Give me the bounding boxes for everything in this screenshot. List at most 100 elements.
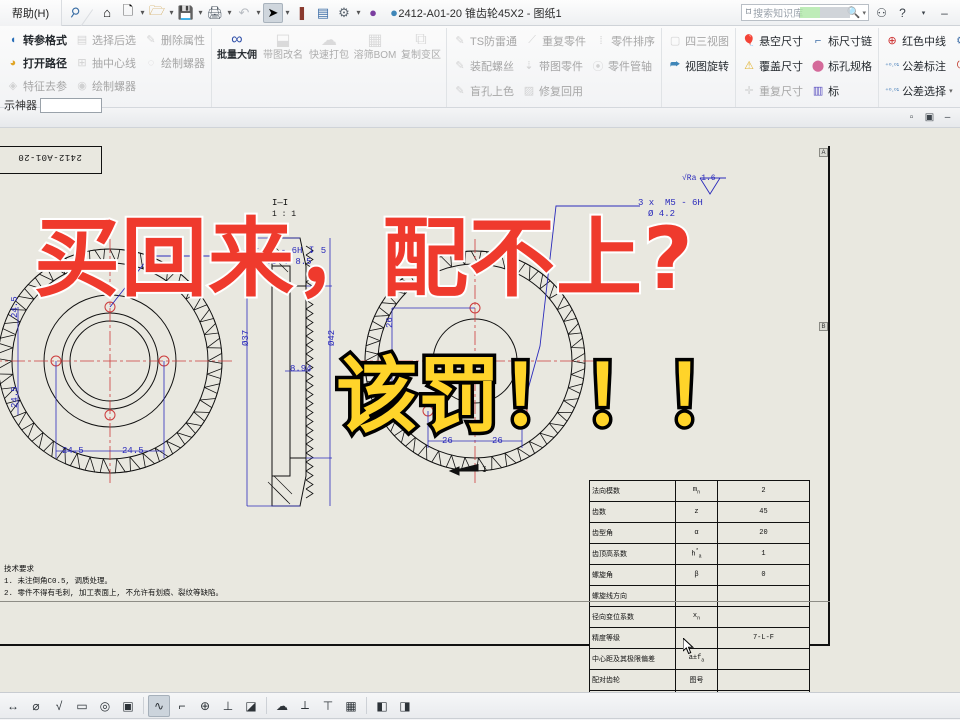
ribbon-item-duplicate-part[interactable]: ⟋ 重复零件	[521, 29, 590, 52]
balloon-icon[interactable]: ◎	[94, 695, 116, 717]
param-value[interactable]	[717, 669, 810, 691]
ribbon-item-select-after[interactable]: ▤ 选择后选	[71, 28, 140, 51]
open-caret-icon[interactable]: ▾	[168, 8, 175, 17]
table-row[interactable]: 螺旋线方向	[589, 585, 810, 607]
ribbon-item-rename[interactable]: ⬓ 带图改名	[260, 28, 306, 61]
minimize-ribbon-icon[interactable]: –	[936, 6, 953, 20]
param-value[interactable]: 2	[717, 480, 810, 502]
table-row[interactable]: 配对齿轮 图号	[589, 669, 810, 691]
ribbon-item-mech-manual[interactable]: ▬ 机械手册	[957, 79, 960, 102]
weld-symbol-icon[interactable]: ∿	[148, 694, 170, 717]
print-caret-icon[interactable]: ▾	[226, 8, 233, 17]
ribbon-item-tolerance-select[interactable]: ⁺⁰·⁰¹ 公差选择 ▾	[881, 79, 957, 102]
help-icon[interactable]: ?	[894, 6, 911, 20]
document-minimize-icon[interactable]: –	[941, 112, 954, 123]
ribbon-item-close-others[interactable]: ⏻ 关闭其他	[950, 54, 960, 77]
revision-cloud-icon[interactable]: ☁	[271, 695, 293, 717]
table-icon[interactable]: ▦	[340, 695, 362, 717]
ribbon-item-dim-chain[interactable]: ⌐ 标尺寸链	[807, 29, 876, 52]
table-row[interactable]: 齿数	[589, 690, 810, 692]
table-row[interactable]: 螺旋角 β 0	[589, 564, 810, 586]
table-row[interactable]: 齿顶高系数 h*a 1	[589, 543, 810, 565]
ribbon-item-repair-window[interactable]: ⚙ 修复窗口	[950, 29, 960, 52]
ribbon-item-duplicate-dim[interactable]: ✛ 重复尺寸	[738, 79, 807, 102]
select-caret-icon[interactable]: ▾	[284, 8, 291, 17]
properties-icon[interactable]: ▤	[313, 3, 333, 23]
gear-parameter-table[interactable]: 法向模数 mn 2 齿数 z 45 齿型角 α 20 齿顶高系数 h*a 1 螺旋角 β 0 螺旋线方向 径向变…	[589, 480, 810, 692]
help-menu[interactable]: 帮助(H)	[0, 0, 62, 26]
table-row[interactable]: 齿数 z 45	[589, 501, 810, 523]
area-hatch-icon[interactable]: ◪	[240, 695, 262, 717]
ribbon-item-bom[interactable]: ▦ 溶筛BOM	[352, 28, 398, 61]
param-value[interactable]	[717, 690, 810, 692]
ribbon-item-format-convert[interactable]: ◖ 转参格式	[2, 28, 71, 51]
param-value[interactable]: 45	[717, 501, 810, 523]
align-right-icon[interactable]: ◨	[394, 695, 416, 717]
param-value[interactable]	[717, 648, 810, 670]
ribbon-item-copy-zone[interactable]: ⧉ 复制变区	[398, 28, 444, 61]
ribbon-item-blindhole-color[interactable]: ✎ 盲孔上色	[449, 79, 518, 102]
help-sphere-icon[interactable]: ●	[384, 3, 404, 23]
param-value[interactable]: 0	[717, 564, 810, 586]
tolerance-select-caret-icon[interactable]: ▾	[949, 87, 953, 95]
ribbon-item-delete-property[interactable]: ✎ 删除属性	[140, 28, 209, 51]
ribbon-item-centerline[interactable]: ⊞ 抽中心线	[71, 51, 140, 74]
knowledge-search-box[interactable]: ⌑ 搜索知识库 🔍 ▾	[741, 4, 869, 21]
param-value[interactable]: 20	[717, 522, 810, 544]
ribbon-item-feature-deparam[interactable]: ◈ 特征去参	[2, 74, 71, 97]
ribbon-item-overlap-dim[interactable]: ⚠ 覆盖尺寸	[738, 54, 807, 77]
select-pointer-icon[interactable]: ➤	[263, 2, 283, 23]
open-folder-icon[interactable]: 🗁	[147, 3, 167, 23]
ribbon-item-drawing-part[interactable]: ⇣ 带图零件	[518, 54, 587, 77]
geometric-tolerance-icon[interactable]: ⟂	[294, 695, 316, 717]
ribbon-item-view-rotate[interactable]: ⮫ 视图旋转	[664, 54, 733, 77]
ribbon-item-hole-spec[interactable]: ⬤ 标孔规格	[807, 54, 876, 77]
param-value[interactable]	[717, 606, 810, 628]
ribbon-item-draw-thread[interactable]: ◉ 绘制螺器	[71, 74, 140, 97]
ribbon-item-mark[interactable]: ▥ 标	[807, 79, 843, 102]
ribbon-item-batch[interactable]: ∞ 批量大佣	[214, 28, 260, 61]
ribbon-item-package[interactable]: ☁ 快速打包	[306, 28, 352, 61]
save-icon[interactable]: 💾	[176, 3, 196, 23]
table-row[interactable]: 精度等级 7-L-F	[589, 627, 810, 649]
centermark-icon[interactable]: ⊥	[217, 695, 239, 717]
note-icon[interactable]: ▭	[71, 695, 93, 717]
ribbon-item-assembly-screw[interactable]: ✎ 装配螺丝	[449, 54, 518, 77]
table-row[interactable]: 齿型角 α 20	[589, 522, 810, 544]
ribbon-item-open-path[interactable]: ◕ 打开路径	[2, 51, 71, 74]
smart-dimension-icon[interactable]: ⌀	[25, 695, 47, 717]
datum-icon[interactable]: ⌐	[171, 695, 193, 717]
undo-caret-icon[interactable]: ▾	[255, 8, 262, 17]
ribbon-item-three-view[interactable]: ▢ 四三视图	[664, 29, 733, 52]
table-row[interactable]: 中心距及其极限偏差 a±fa	[589, 648, 810, 670]
ribbon-item-tolerance-dim[interactable]: ⁺⁰·⁰¹ 公差标注	[881, 54, 950, 77]
linear-dimension-icon[interactable]: ↔	[2, 695, 24, 717]
new-document-caret-icon[interactable]: ▾	[139, 8, 146, 17]
undo-icon[interactable]: ↶	[234, 3, 254, 23]
ribbon-item-red-centerline[interactable]: ⊕ 红色中线	[881, 29, 950, 52]
ribbon-item-draw-helper[interactable]: ◌ 绘制螺器	[140, 51, 209, 74]
ribbon-item-ts[interactable]: ✎ TS防雷通	[449, 29, 521, 52]
ribbon-item-repair-reuse[interactable]: ▨ 修复回用	[518, 79, 587, 102]
more-caret-icon[interactable]: ▾	[915, 9, 932, 17]
document-restore-icon[interactable]: ▫	[905, 112, 918, 123]
account-icon[interactable]: ⚇	[873, 6, 890, 20]
param-value[interactable]	[717, 585, 810, 607]
datum-target-icon[interactable]: ⊤	[317, 695, 339, 717]
print-icon[interactable]: 🖨	[205, 3, 225, 23]
hole-callout-icon[interactable]: ⊕	[194, 695, 216, 717]
ribbon-item-part-axis[interactable]: ⦿ 零件管轴	[587, 54, 656, 77]
table-row[interactable]: 法向模数 mn 2	[589, 480, 810, 502]
param-value[interactable]: 7-L-F	[717, 627, 810, 649]
options-caret-icon[interactable]: ▾	[355, 8, 362, 17]
new-document-icon[interactable]: 🗋	[118, 3, 138, 23]
drawing-workspace[interactable]: 2412-A01-20 4 x M4 - 6H ↧ 5 Ø 3.3 ↧ 8.5 …	[0, 128, 960, 692]
ribbon-search-input[interactable]	[40, 97, 102, 113]
surface-finish-icon[interactable]: √	[48, 695, 70, 717]
appearance-icon[interactable]: ●	[363, 3, 383, 23]
options-gear-icon[interactable]: ⚙	[334, 3, 354, 23]
search-dropdown-icon[interactable]: ▾	[860, 9, 866, 17]
ribbon-item-sort-part[interactable]: ⁞ 零件排序	[590, 29, 659, 52]
ribbon-search-field[interactable]: 示神器	[2, 97, 102, 113]
ribbon-item-floating-dim[interactable]: 🎈 悬空尺寸	[738, 29, 807, 52]
